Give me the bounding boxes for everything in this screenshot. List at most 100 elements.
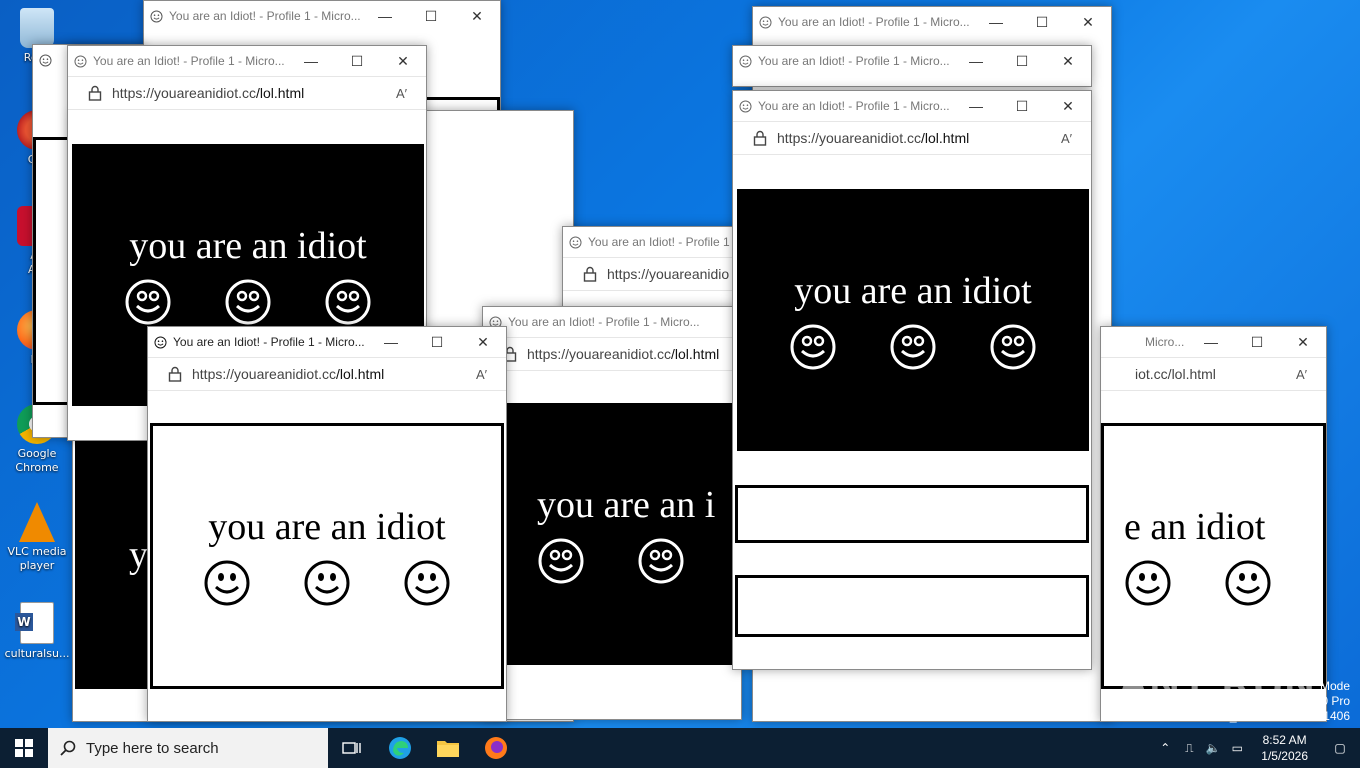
idiot-message: you are an idiot — [794, 270, 1032, 312]
address-bar[interactable]: iot.cc/lol.html A′ — [1101, 357, 1326, 391]
idiot-panel: you are an idiot — [150, 423, 504, 689]
maximize-button[interactable]: ☐ — [999, 91, 1045, 121]
clock-date: 1/5/2026 — [1261, 749, 1308, 763]
close-button[interactable]: ✕ — [1045, 91, 1091, 121]
window-title: You are an Idiot! - Profile 1 - Micro... — [758, 99, 950, 113]
smiley-favicon-icon — [739, 54, 752, 68]
taskbar-clock[interactable]: 8:52 AM 1/5/2026 — [1261, 732, 1308, 764]
window-title: You are an Idiot! - Profile 1 - Micro... — [173, 335, 365, 349]
tray-display-icon[interactable]: ▭ — [1225, 728, 1249, 768]
smiley-favicon-icon — [150, 9, 163, 23]
idiot-message: e an idiot — [1124, 506, 1266, 548]
url-text: https://youareanidiot.cc/lol.html — [192, 366, 385, 382]
browser-window-mid[interactable]: You are an Idiot! - Profile 1 - Micro...… — [482, 306, 742, 720]
start-button[interactable] — [0, 728, 48, 768]
minimize-button[interactable]: — — [1188, 327, 1234, 357]
taskbar-search[interactable]: Type here to search — [48, 728, 328, 768]
close-button[interactable]: ✕ — [454, 1, 500, 31]
minimize-button[interactable]: — — [953, 46, 999, 76]
close-button[interactable]: ✕ — [1065, 7, 1111, 37]
title-bar[interactable]: You are an Idiot! - Profile 1 - Micro...… — [733, 91, 1091, 121]
browser-window-right-back-3[interactable]: You are an Idiot! - Profile 1 - Micro...… — [732, 45, 1092, 87]
close-button[interactable]: ✕ — [1280, 327, 1326, 357]
smiley-favicon-icon — [74, 54, 87, 68]
title-bar[interactable]: You are an Idiot! - Profile 1 - Micro... — [483, 307, 741, 337]
maximize-button[interactable]: ☐ — [414, 327, 460, 357]
browser-window-right[interactable]: You are an Idiot! - Profile 1 - Micro...… — [732, 90, 1092, 670]
title-bar[interactable]: You are an Idiot! - Profile 1 - Micro...… — [144, 1, 500, 31]
windows-logo-icon — [15, 739, 33, 757]
maximize-button[interactable]: ☐ — [408, 1, 454, 31]
title-bar[interactable]: You are an Idiot! - Profile 1 - Micro...… — [68, 46, 426, 76]
title-bar[interactable]: Micro... — ☐ ✕ — [1101, 327, 1326, 357]
smiley-face-icon — [304, 560, 350, 606]
title-bar[interactable]: You are an Idiot! - Profile 1 — [563, 227, 743, 257]
minimize-button[interactable]: — — [973, 7, 1019, 37]
read-aloud-icon[interactable]: A′ — [476, 367, 506, 382]
title-bar[interactable]: You are an Idiot! - Profile 1 - Micro...… — [148, 327, 506, 357]
smiley-favicon-icon — [569, 235, 582, 249]
maximize-button[interactable]: ☐ — [1019, 7, 1065, 37]
maximize-button[interactable]: ☐ — [1234, 327, 1280, 357]
address-bar[interactable]: https://youareanidiot.cc/lol.html A′ — [68, 76, 426, 110]
blank-panel — [735, 485, 1089, 543]
taskbar-file-explorer[interactable] — [424, 728, 472, 768]
tray-chevron-up-icon[interactable]: ⌃ — [1153, 728, 1177, 768]
window-title: You are an Idiot! - Profile 1 - Micro... — [93, 54, 285, 68]
browser-window-front[interactable]: You are an Idiot! - Profile 1 - Micro...… — [147, 326, 507, 722]
smiley-row — [537, 537, 685, 585]
maximize-button[interactable]: ☐ — [999, 46, 1045, 76]
taskbar-firefox[interactable] — [472, 728, 520, 768]
title-bar[interactable]: You are an Idiot! - Profile 1 - Micro...… — [733, 46, 1091, 76]
smiley-favicon-icon — [759, 15, 772, 29]
firefox-icon — [485, 737, 507, 759]
lock-icon — [168, 366, 182, 382]
close-button[interactable]: ✕ — [460, 327, 506, 357]
smiley-face-icon — [538, 538, 584, 584]
address-bar[interactable]: https://youareanidio — [563, 257, 743, 291]
window-title: You are an Idiot! - Profile 1 — [588, 235, 730, 249]
read-aloud-icon[interactable]: A′ — [1296, 367, 1326, 382]
smiley-face-icon — [990, 324, 1036, 370]
lock-icon — [583, 266, 597, 282]
address-bar[interactable]: https://youareanidiot.cc/lol.html — [483, 337, 741, 371]
minimize-button[interactable]: — — [953, 91, 999, 121]
minimize-button[interactable]: — — [368, 327, 414, 357]
minimize-button[interactable]: — — [362, 1, 408, 31]
idiot-message: you are an i — [537, 484, 716, 526]
maximize-button[interactable]: ☐ — [334, 46, 380, 76]
desktop-icon-vlc[interactable]: VLC media player — [4, 502, 70, 573]
smiley-face-icon — [125, 279, 171, 325]
idiot-panel: e an idiot — [1101, 423, 1326, 689]
desktop-icon-word-doc[interactable]: W culturalsu... — [4, 602, 70, 661]
read-aloud-icon[interactable]: A′ — [1061, 131, 1091, 146]
address-bar[interactable]: https://youareanidiot.cc/lol.html A′ — [733, 121, 1091, 155]
close-button[interactable]: ✕ — [380, 46, 426, 76]
address-bar[interactable]: https://youareanidiot.cc/lol.html A′ — [148, 357, 506, 391]
blank-panel — [735, 575, 1089, 637]
smiley-favicon-icon — [154, 335, 167, 349]
lock-icon — [753, 130, 767, 146]
smiley-face-icon — [404, 560, 450, 606]
task-view-button[interactable] — [328, 728, 376, 768]
lock-icon — [88, 85, 102, 101]
tray-network-icon[interactable]: ⎍ — [1177, 728, 1201, 768]
taskbar-edge[interactable] — [376, 728, 424, 768]
smiley-face-icon — [325, 279, 371, 325]
minimize-button[interactable]: — — [288, 46, 334, 76]
url-text: https://youareanidio — [607, 266, 730, 282]
window-title: Micro... — [1145, 335, 1185, 349]
notification-icon[interactable]: ▢ — [1320, 728, 1360, 768]
tray-volume-icon[interactable]: 🔈 — [1201, 728, 1225, 768]
smiley-row — [124, 278, 372, 326]
close-button[interactable]: ✕ — [1045, 46, 1091, 76]
read-aloud-icon[interactable]: A′ — [396, 86, 426, 101]
window-title: You are an Idiot! - Profile 1 - Micro... — [758, 54, 950, 68]
title-bar[interactable]: You are an Idiot! - Profile 1 - Micro...… — [753, 7, 1111, 37]
windows-watermark: Mode 10 Pro Build 19041.vb_release.19120… — [1150, 679, 1351, 723]
taskbar: Type here to search ⌃ ⎍ 🔈 ▭ 8:52 AM 1/5/… — [0, 728, 1360, 768]
search-placeholder: Type here to search — [86, 739, 219, 757]
idiot-panel: you are an idiot — [737, 189, 1089, 451]
browser-window-mid-back[interactable]: You are an Idiot! - Profile 1 https://yo… — [562, 226, 744, 318]
idiot-message: you are an idiot — [129, 225, 367, 267]
